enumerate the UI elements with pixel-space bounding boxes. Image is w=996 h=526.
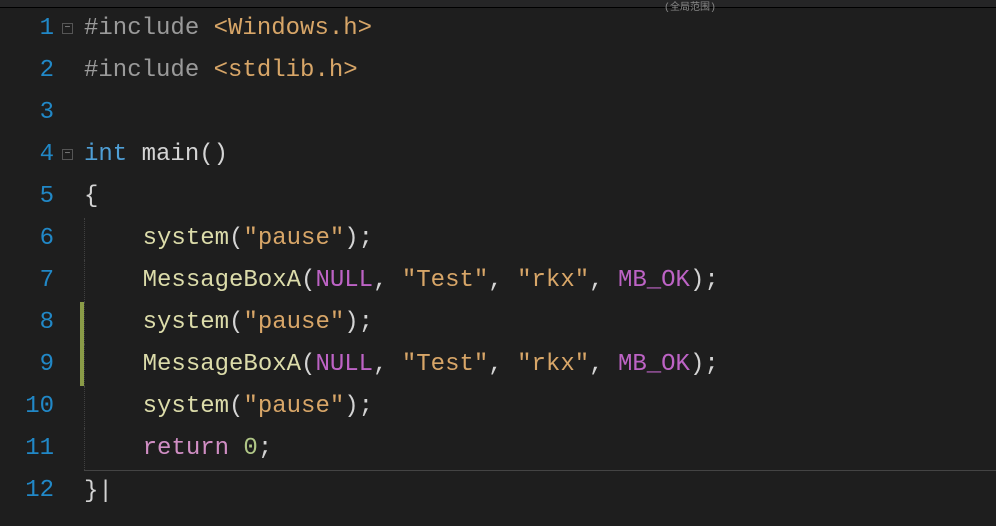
line-number: 11 [0,428,54,470]
code-line: int main() [84,134,996,176]
code-editor[interactable]: 1 2 3 4 5 6 7 8 9 10 11 12 − − #include … [0,8,996,526]
code-line: }| [84,470,996,512]
line-number: 7 [0,260,54,302]
line-number: 6 [0,218,54,260]
code-line: MessageBoxA(NULL, "Test", "rkx", MB_OK); [84,344,996,386]
fold-toggle-icon[interactable]: − [62,23,73,34]
code-line [84,92,996,134]
fold-toggle-icon[interactable]: − [62,149,73,160]
line-number: 12 [0,470,54,512]
line-number: 9 [0,344,54,386]
code-line: return 0; [84,428,996,470]
code-line: system("pause"); [84,218,996,260]
code-line: system("pause"); [84,302,996,344]
code-line: #include <Windows.h> [84,8,996,50]
code-line: system("pause"); [84,386,996,428]
line-number: 4 [0,134,54,176]
code-line: { [84,176,996,218]
line-number: 2 [0,50,54,92]
text-cursor: | [98,478,112,505]
top-toolbar: (全局范围) [0,0,996,8]
fold-margin: − − [62,8,80,526]
line-number: 8 [0,302,54,344]
code-line: MessageBoxA(NULL, "Test", "rkx", MB_OK); [84,260,996,302]
line-number: 5 [0,176,54,218]
line-number: 1 [0,8,54,50]
line-number: 3 [0,92,54,134]
line-number: 10 [0,386,54,428]
code-line: #include <stdlib.h> [84,50,996,92]
line-number-gutter: 1 2 3 4 5 6 7 8 9 10 11 12 [0,8,62,526]
code-area[interactable]: #include <Windows.h> #include <stdlib.h>… [84,8,996,526]
